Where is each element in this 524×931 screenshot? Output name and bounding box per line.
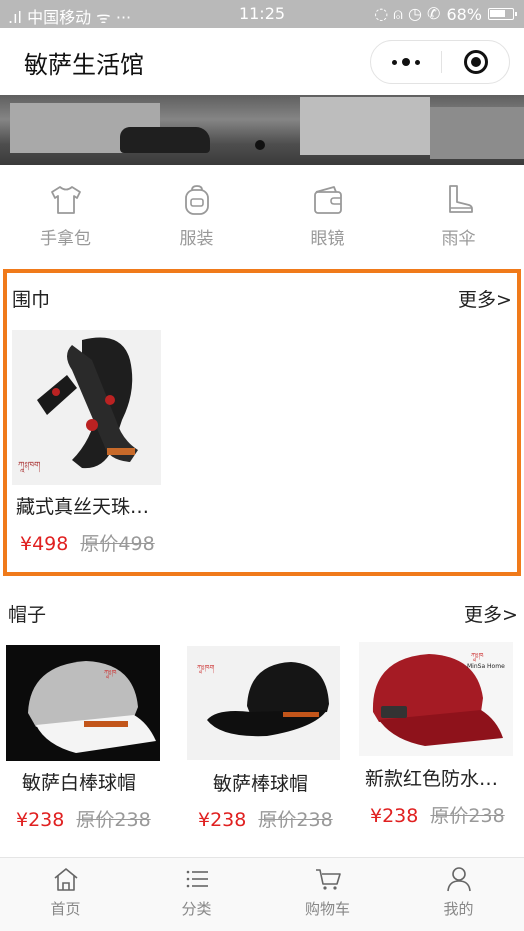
more-dot-icon bbox=[415, 59, 420, 65]
boot-icon bbox=[448, 185, 473, 213]
banner-building bbox=[300, 97, 430, 155]
black-cap-image: ཀཱཿཁག bbox=[187, 646, 340, 760]
section-title: 围巾 bbox=[12, 289, 51, 311]
banner-car bbox=[120, 127, 210, 153]
product-image[interactable]: ཀཱཿཁ MinSa Home bbox=[359, 642, 513, 756]
category-label: 服装 bbox=[179, 229, 214, 249]
battery-percent: 68% bbox=[446, 4, 482, 24]
original-price: 原价498 bbox=[80, 533, 155, 555]
tab-cart[interactable]: 购物车 bbox=[262, 858, 393, 931]
banner-building bbox=[430, 107, 524, 159]
section-title: 帽子 bbox=[8, 604, 47, 626]
category-label: 眼镜 bbox=[310, 229, 345, 249]
category-nav: 手拿包 服装 眼镜 雨伞 bbox=[0, 178, 524, 256]
tab-label: 首页 bbox=[50, 900, 81, 918]
close-mini-program-button[interactable] bbox=[464, 50, 488, 74]
more-dot-icon bbox=[402, 58, 410, 66]
original-price: 原价238 bbox=[258, 809, 333, 831]
product-price: ¥238 原价238 bbox=[198, 805, 333, 832]
bottom-tab-bar: 首页 分类 购物车 我的 bbox=[0, 857, 524, 931]
section-more-link[interactable]: 更多> bbox=[458, 285, 512, 312]
tab-home[interactable]: 首页 bbox=[0, 858, 131, 931]
tab-category[interactable]: 分类 bbox=[131, 858, 262, 931]
product-price: ¥238 原价238 bbox=[370, 801, 505, 828]
wallet-icon bbox=[313, 186, 342, 214]
banner-carousel[interactable] bbox=[0, 95, 524, 165]
tab-label: 购物车 bbox=[304, 900, 350, 918]
product-price: ¥498 原价498 bbox=[20, 529, 155, 556]
product-image[interactable]: ཀཱཿཁག bbox=[12, 330, 161, 485]
tshirt-icon bbox=[50, 186, 81, 214]
product-name[interactable]: 藏式真丝天珠… bbox=[16, 492, 149, 519]
current-price: ¥238 bbox=[16, 809, 65, 831]
page-title: 敏萨生活馆 bbox=[24, 51, 144, 79]
home-icon bbox=[53, 868, 78, 891]
product-name[interactable]: 新款红色防水… bbox=[365, 764, 498, 791]
category-label: 手拿包 bbox=[40, 229, 91, 249]
section-more-link[interactable]: 更多> bbox=[464, 600, 518, 627]
backpack-icon bbox=[184, 185, 209, 215]
category-item-umbrella[interactable]: 雨伞 bbox=[393, 178, 524, 256]
svg-text:MinSa Home: MinSa Home bbox=[467, 663, 505, 670]
product-image[interactable]: ཀཱཿཁ bbox=[6, 645, 160, 761]
nav-bar: 敏萨生活馆 bbox=[0, 28, 524, 94]
battery-icon bbox=[488, 8, 517, 20]
tab-label: 分类 bbox=[181, 900, 212, 918]
user-icon bbox=[446, 867, 471, 892]
current-price: ¥238 bbox=[370, 805, 419, 827]
category-item-clothing[interactable]: 服装 bbox=[131, 178, 262, 256]
status-bar: .ıl 中国移动 ᯤ ··· 11:25 ◌ ⍝ ◷ ✆ 68% bbox=[0, 0, 524, 28]
red-cap-image: ཀཱཿཁ MinSa Home bbox=[359, 642, 513, 756]
more-menu-button[interactable] bbox=[371, 41, 441, 83]
product-price: ¥238 原价238 bbox=[16, 805, 151, 832]
category-item-glasses[interactable]: 眼镜 bbox=[262, 178, 393, 256]
product-name[interactable]: 敏萨棒球帽 bbox=[213, 769, 308, 796]
current-price: ¥498 bbox=[20, 533, 69, 555]
more-dot-icon bbox=[392, 59, 397, 65]
list-icon bbox=[186, 870, 208, 888]
capsule-divider bbox=[441, 51, 442, 73]
carousel-indicator[interactable] bbox=[255, 140, 265, 150]
mini-program-capsule bbox=[370, 40, 510, 84]
scarf-image: ཀཱཿཁག bbox=[12, 330, 161, 485]
original-price: 原价238 bbox=[430, 805, 505, 827]
original-price: 原价238 bbox=[76, 809, 151, 831]
category-label: 雨伞 bbox=[441, 229, 476, 249]
status-icons: ◌ ⍝ ◷ ✆ bbox=[374, 4, 441, 23]
category-item-clutch[interactable]: 手拿包 bbox=[0, 178, 131, 256]
tab-label: 我的 bbox=[443, 900, 474, 918]
status-right: ◌ ⍝ ◷ ✆ 68% bbox=[374, 4, 517, 24]
product-image[interactable]: ཀཱཿཁག bbox=[187, 646, 340, 760]
white-cap-image: ཀཱཿཁ bbox=[6, 645, 160, 761]
tab-profile[interactable]: 我的 bbox=[393, 858, 524, 931]
current-price: ¥238 bbox=[198, 809, 247, 831]
cart-icon bbox=[315, 869, 341, 890]
product-name[interactable]: 敏萨白棒球帽 bbox=[22, 768, 136, 795]
